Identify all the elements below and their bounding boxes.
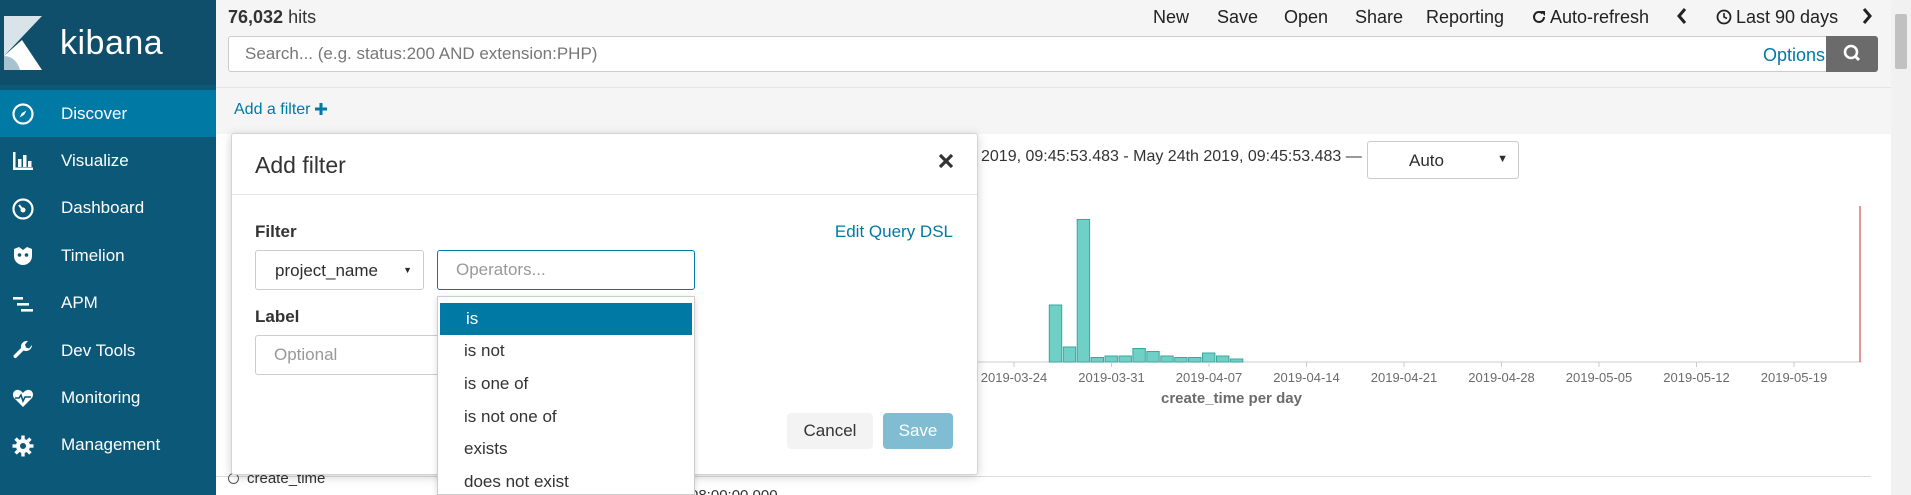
x-tick-label: 2019-04-07 <box>1176 370 1243 385</box>
x-tick-label: 2019-05-12 <box>1663 370 1730 385</box>
operator-option[interactable]: is not <box>438 335 694 367</box>
modal-title: Add filter <box>255 152 346 178</box>
label-label: Label <box>255 307 300 326</box>
x-tick-label: 2019-04-21 <box>1371 370 1438 385</box>
histogram-bar[interactable] <box>1062 346 1077 363</box>
x-tick-label: 2019-03-31 <box>1078 370 1145 385</box>
label-input[interactable] <box>255 335 440 375</box>
operator-option-label: exists <box>464 439 508 458</box>
operator-option[interactable]: is not one of <box>438 401 694 433</box>
save-filter-button[interactable]: Save <box>883 413 953 449</box>
histogram-bar[interactable] <box>1146 351 1160 363</box>
doc-row-value: 08:00:00.000 <box>690 487 778 495</box>
histogram-bar[interactable] <box>1048 304 1063 363</box>
x-tick-label: 2019-03-24 <box>981 370 1048 385</box>
edit-query-dsl-link[interactable]: Edit Query DSL <box>835 222 953 242</box>
cancel-button[interactable]: Cancel <box>787 413 873 449</box>
operator-option-label: is one of <box>464 374 529 393</box>
operator-option-label: is <box>466 309 479 328</box>
x-tick-label: 2019-04-28 <box>1468 370 1535 385</box>
histogram-bar[interactable] <box>1104 355 1118 363</box>
histogram-bar[interactable] <box>1216 355 1230 363</box>
histogram-bar[interactable] <box>1174 357 1188 363</box>
x-tick-label: 2019-05-19 <box>1761 370 1828 385</box>
histogram-bar[interactable] <box>1132 348 1146 363</box>
modal-divider <box>232 194 977 195</box>
operator-option[interactable]: does not exist <box>438 466 694 494</box>
field-select[interactable]: project_name ▼ <box>255 250 424 290</box>
filter-label: Filter <box>255 222 297 241</box>
operator-input[interactable] <box>437 250 695 290</box>
operator-option-label: is not <box>464 341 505 360</box>
histogram-bar[interactable] <box>1229 358 1244 363</box>
close-icon[interactable] <box>935 150 957 172</box>
x-tick-label: 2019-05-05 <box>1566 370 1633 385</box>
operator-option[interactable]: exists <box>438 433 694 465</box>
operator-dropdown: is is not is one of is not one of exists… <box>437 296 695 495</box>
caret-down-icon: ▼ <box>403 265 412 275</box>
field-select-value: project_name <box>275 261 379 280</box>
histogram-bar[interactable] <box>1202 352 1216 363</box>
histogram-bar[interactable] <box>1118 355 1132 363</box>
operator-option-label: is not one of <box>464 407 557 426</box>
operator-option-label: does not exist <box>464 472 569 491</box>
operator-option[interactable]: is <box>440 303 692 335</box>
histogram-bar[interactable] <box>1160 355 1174 363</box>
histogram-bar[interactable] <box>1076 219 1091 363</box>
x-axis-label: create_time per day <box>1161 390 1302 407</box>
operator-option[interactable]: is one of <box>438 368 694 400</box>
histogram-bar[interactable] <box>1090 357 1104 363</box>
histogram-bar[interactable] <box>1188 357 1202 363</box>
x-tick-label: 2019-04-14 <box>1273 370 1340 385</box>
